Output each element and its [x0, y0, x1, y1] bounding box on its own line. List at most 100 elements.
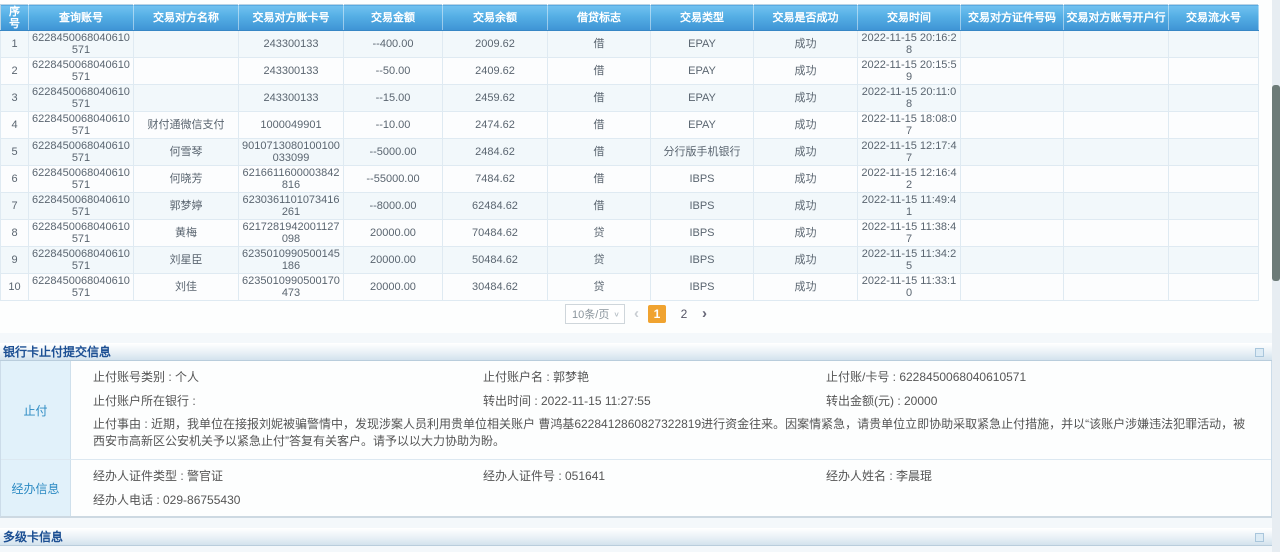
collapse-icon[interactable] [1255, 348, 1264, 357]
table-cell: 2022-11-15 12:17:47 [858, 139, 961, 166]
table-row[interactable]: 66228450068040610571何晓芳62166116000038428… [1, 166, 1259, 193]
table-row[interactable]: 106228450068040610571刘佳62350109905001704… [1, 274, 1259, 301]
field-transfer-amount: 转出金额(元) : 20000 [826, 394, 1271, 408]
column-header: 交易类型 [651, 5, 754, 31]
table-cell: 6228450068040610571 [29, 139, 134, 166]
table-cell [1064, 220, 1169, 247]
table-cell [961, 85, 1064, 112]
table-cell: 成功 [754, 247, 858, 274]
table-cell [1169, 58, 1259, 85]
column-header: 交易对方证件号码 [961, 5, 1064, 31]
table-row[interactable]: 36228450068040610571243300133--15.002459… [1, 85, 1259, 112]
table-cell [961, 166, 1064, 193]
table-row[interactable]: 76228450068040610571郭梦婷62303611010734162… [1, 193, 1259, 220]
scrollbar-track[interactable] [1272, 0, 1280, 552]
table-cell: 贷 [548, 274, 651, 301]
table-cell: 62484.62 [443, 193, 548, 220]
table-cell [961, 112, 1064, 139]
stop-payment-group-label: 止付 [1, 361, 71, 459]
page-size-select[interactable]: 10条/页 ∨ [565, 304, 625, 324]
transactions-table-head: 序号查询账号交易对方名称交易对方账卡号交易金额交易余额借贷标志交易类型交易是否成… [1, 5, 1259, 31]
table-cell [1169, 220, 1259, 247]
field-stop-account-type: 止付账号类别 : 个人 [71, 370, 483, 384]
table-row[interactable]: 56228450068040610571何雪琴90107130801001000… [1, 139, 1259, 166]
table-cell [961, 193, 1064, 220]
table-cell: 6217281942001127098 [239, 220, 344, 247]
column-header: 交易金额 [344, 5, 443, 31]
table-cell: 6228450068040610571 [29, 166, 134, 193]
table-cell: 2474.62 [443, 112, 548, 139]
field-stop-card-number: 止付账/卡号 : 6228450068040610571 [826, 370, 1271, 384]
table-cell: 借 [548, 85, 651, 112]
table-row[interactable]: 86228450068040610571黄梅621728194200112709… [1, 220, 1259, 247]
page-button-2[interactable]: 2 [675, 305, 693, 323]
table-cell: 2459.62 [443, 85, 548, 112]
table-cell [1064, 193, 1169, 220]
transactions-table: 序号查询账号交易对方名称交易对方账卡号交易金额交易余额借贷标志交易类型交易是否成… [0, 4, 1259, 301]
main-page: 序号查询账号交易对方名称交易对方账卡号交易金额交易余额借贷标志交易类型交易是否成… [0, 0, 1272, 552]
field-transfer-time: 转出时间 : 2022-11-15 11:27:55 [483, 394, 826, 408]
table-cell [1064, 139, 1169, 166]
table-cell: 成功 [754, 166, 858, 193]
table-cell [1169, 166, 1259, 193]
table-cell: 50484.62 [443, 247, 548, 274]
column-header: 借贷标志 [548, 5, 651, 31]
table-cell: 成功 [754, 193, 858, 220]
table-cell: 7 [1, 193, 29, 220]
table-cell: 2409.62 [443, 58, 548, 85]
table-cell: 6230361101073416261 [239, 193, 344, 220]
table-cell: 2022-11-15 11:49:41 [858, 193, 961, 220]
table-cell: EPAY [651, 112, 754, 139]
stop-payment-group: 止付 止付账号类别 : 个人 止付账户名 : 郭梦艳 止付账/卡号 : 6228… [1, 361, 1271, 460]
table-cell: EPAY [651, 31, 754, 58]
table-row[interactable]: 26228450068040610571243300133--50.002409… [1, 58, 1259, 85]
table-cell: 2022-11-15 20:15:59 [858, 58, 961, 85]
table-cell [961, 247, 1064, 274]
table-cell: 6228450068040610571 [29, 85, 134, 112]
table-cell: 2022-11-15 20:11:08 [858, 85, 961, 112]
table-cell: 借 [548, 166, 651, 193]
table-cell: 借 [548, 139, 651, 166]
table-cell: EPAY [651, 58, 754, 85]
field-operator-id-number: 经办人证件号 : 051641 [483, 469, 826, 483]
table-row[interactable]: 16228450068040610571243300133--400.00200… [1, 31, 1259, 58]
table-cell: 243300133 [239, 58, 344, 85]
column-header: 交易余额 [443, 5, 548, 31]
column-header: 交易时间 [858, 5, 961, 31]
table-cell: 6235010990500145186 [239, 247, 344, 274]
field-operator-phone: 经办人电话 : 029-86755430 [71, 493, 483, 507]
table-cell [961, 31, 1064, 58]
table-cell: IBPS [651, 220, 754, 247]
table-cell: 何晓芳 [134, 166, 239, 193]
table-cell: 6228450068040610571 [29, 247, 134, 274]
transactions-table-body: 16228450068040610571243300133--400.00200… [1, 31, 1259, 301]
table-cell: 财付通微信支付 [134, 112, 239, 139]
table-row[interactable]: 96228450068040610571刘星臣62350109905001451… [1, 247, 1259, 274]
table-cell: 20000.00 [344, 274, 443, 301]
table-cell: 30484.62 [443, 274, 548, 301]
table-cell: 70484.62 [443, 220, 548, 247]
table-cell: 何雪琴 [134, 139, 239, 166]
table-cell: --10.00 [344, 112, 443, 139]
table-cell: 6216611600003842816 [239, 166, 344, 193]
multicard-section-header: 多级卡信息 [0, 528, 1272, 546]
column-header: 交易对方账号开户行 [1064, 5, 1169, 31]
table-cell: 2022-11-15 20:16:28 [858, 31, 961, 58]
next-page-icon[interactable]: › [702, 305, 707, 323]
scrollbar-thumb[interactable] [1272, 85, 1280, 281]
table-cell: 分行版手机银行 [651, 139, 754, 166]
prev-page-icon[interactable]: ‹ [634, 305, 639, 323]
table-cell: 黄梅 [134, 220, 239, 247]
operator-info-group: 经办信息 经办人证件类型 : 警官证 经办人证件号 : 051641 经办人姓名… [1, 460, 1271, 516]
table-cell [1064, 112, 1169, 139]
table-header-row: 序号查询账号交易对方名称交易对方账卡号交易金额交易余额借贷标志交易类型交易是否成… [1, 5, 1259, 31]
table-cell: 2022-11-15 11:34:25 [858, 247, 961, 274]
collapse-icon[interactable] [1255, 533, 1264, 542]
table-cell: 5 [1, 139, 29, 166]
table-row[interactable]: 46228450068040610571财付通微信支付1000049901--1… [1, 112, 1259, 139]
table-cell: 6228450068040610571 [29, 58, 134, 85]
column-header: 交易对方名称 [134, 5, 239, 31]
page-button-1[interactable]: 1 [648, 305, 666, 323]
field-stop-account-name: 止付账户名 : 郭梦艳 [483, 370, 826, 384]
table-cell: --5000.00 [344, 139, 443, 166]
